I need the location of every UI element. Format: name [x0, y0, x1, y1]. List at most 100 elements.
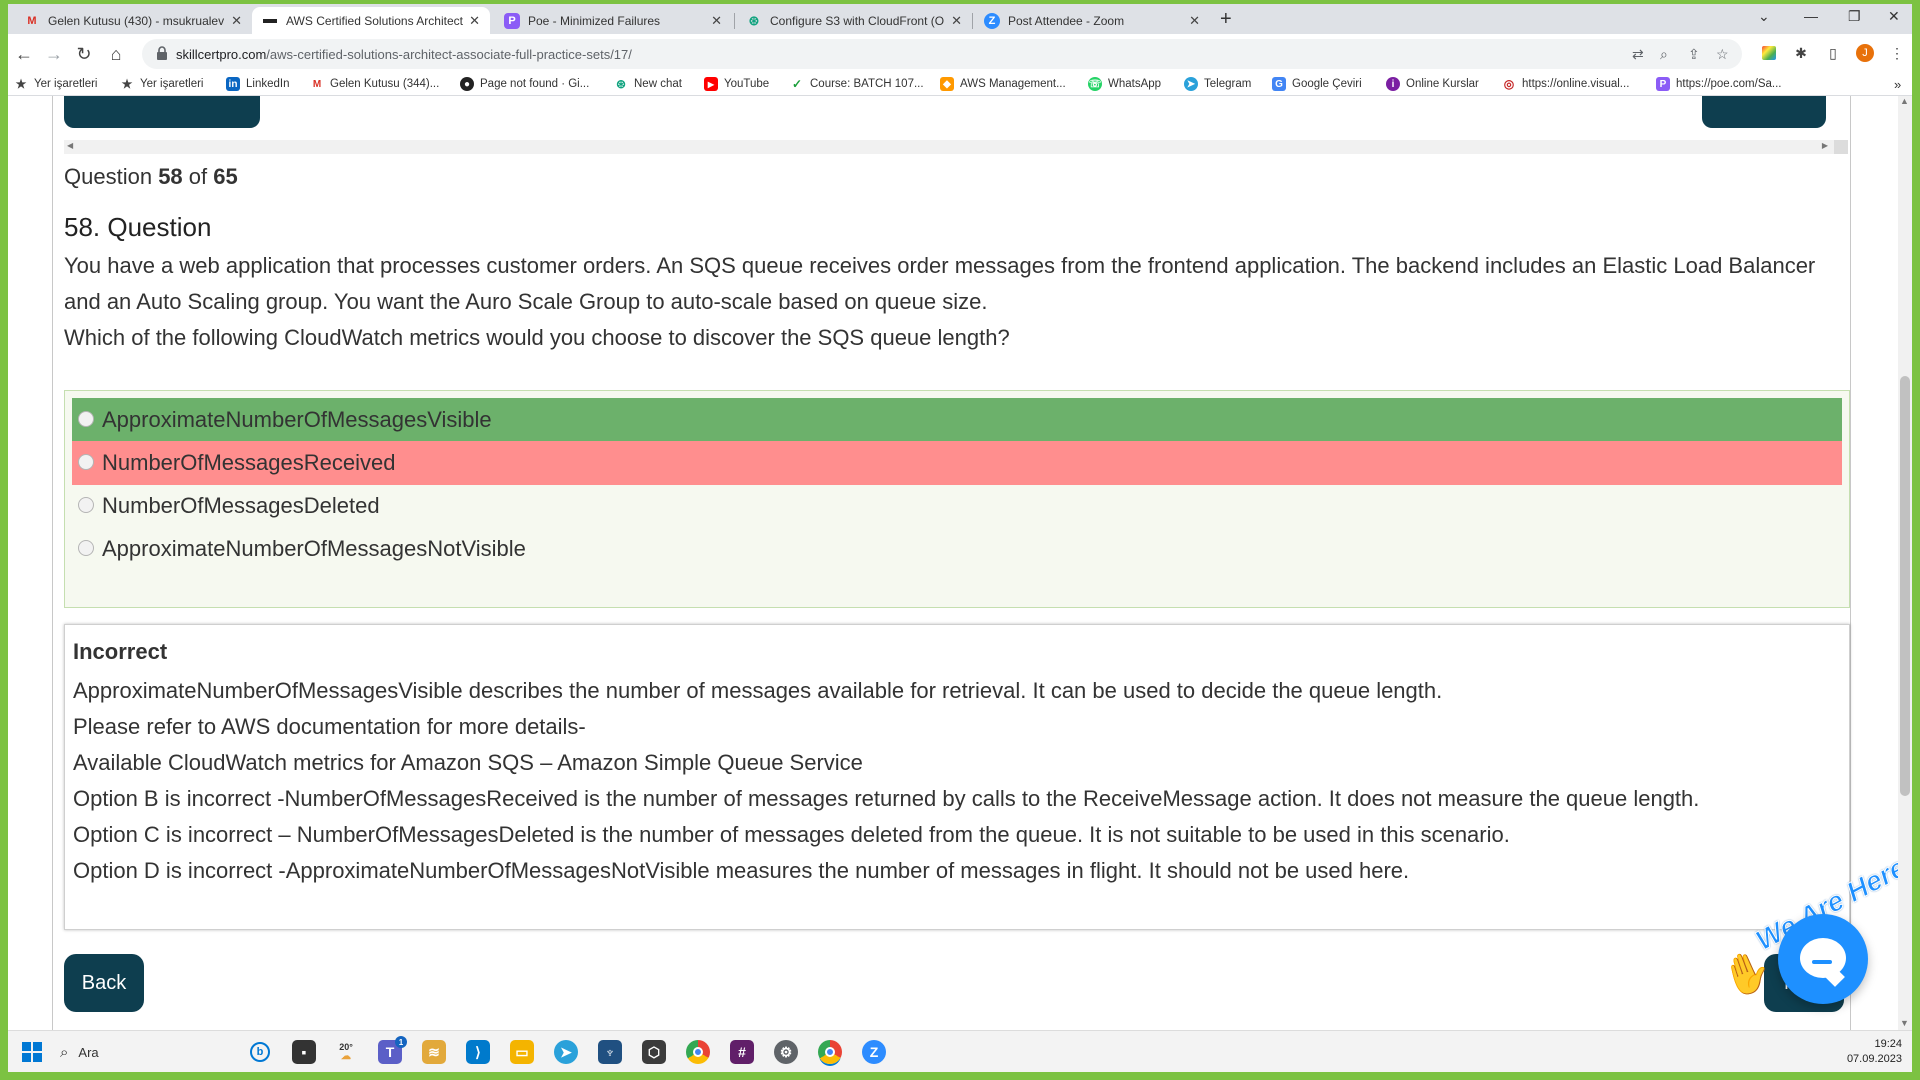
share-icon[interactable]: ⇪: [1688, 46, 1704, 62]
tab-openai[interactable]: ⊛ Configure S3 with CloudFront (O ✕: [736, 7, 972, 34]
review-question-button[interactable]: [64, 96, 260, 128]
summary-button[interactable]: [1702, 96, 1826, 128]
settings-gear-icon[interactable]: ⚙: [774, 1040, 798, 1064]
extension-color-icon[interactable]: [1760, 44, 1778, 62]
close-icon[interactable]: ✕: [951, 13, 962, 29]
address-bar[interactable]: skillcertpro.com/aws-certified-solutions…: [142, 39, 1742, 69]
close-icon[interactable]: ✕: [231, 13, 242, 29]
back-arrow-icon[interactable]: ←: [12, 42, 36, 66]
tab-title: Poe - Minimized Failures: [528, 13, 661, 28]
file-explorer-icon[interactable]: ▭: [510, 1040, 534, 1064]
option-a[interactable]: ApproximateNumberOfMessagesVisible: [72, 398, 1842, 442]
bookmark-linkedin[interactable]: in LinkedIn: [226, 77, 289, 91]
close-icon[interactable]: ✕: [711, 13, 722, 29]
bookmark-aws[interactable]: ◆ AWS Management...: [940, 77, 1066, 91]
telegram-taskbar-icon[interactable]: ➤: [554, 1040, 578, 1064]
radio-button[interactable]: [78, 497, 94, 513]
side-panel-icon[interactable]: ▯: [1824, 44, 1842, 62]
explanation-line: Option D is incorrect -ApproximateNumber…: [73, 858, 1410, 883]
zoom-icon: Z: [984, 12, 1000, 29]
documentation-link[interactable]: Available CloudWatch metrics for Amazon …: [73, 745, 1843, 781]
radio-button[interactable]: [78, 540, 94, 556]
result-status: Incorrect: [73, 639, 168, 664]
url-path: /aws-certified-solutions-architect-assoc…: [266, 47, 632, 62]
bookmark-whatsapp[interactable]: ☏ WhatsApp: [1088, 77, 1161, 91]
slack-icon[interactable]: #: [730, 1040, 754, 1064]
tab-poe[interactable]: P Poe - Minimized Failures ✕: [494, 7, 732, 34]
explanation-panel: Incorrect ApproximateNumberOfMessagesVis…: [64, 624, 1850, 930]
minimize-icon[interactable]: —: [1804, 8, 1818, 24]
zoom-icon[interactable]: ⌕: [1660, 46, 1676, 62]
weather-icon[interactable]: 20° ☁: [334, 1040, 358, 1064]
new-tab-icon[interactable]: +: [1220, 8, 1232, 31]
bookmark-github[interactable]: ● Page not found · Gi...: [460, 77, 589, 91]
restore-icon[interactable]: ❐: [1848, 8, 1861, 25]
bookmark-item[interactable]: ★ Yer işaretleri: [120, 77, 204, 91]
gmail-icon: M: [312, 78, 322, 90]
chrome-icon[interactable]: [686, 1040, 710, 1064]
close-icon[interactable]: ✕: [1189, 13, 1200, 29]
close-icon[interactable]: ✕: [469, 13, 480, 29]
radio-button[interactable]: [78, 411, 94, 427]
whatsapp-icon: ☏: [1088, 77, 1102, 91]
virtualbox-icon[interactable]: ⬡: [642, 1040, 666, 1064]
tab-search-icon[interactable]: ⌄: [1758, 8, 1770, 25]
windows-start-icon[interactable]: [20, 1040, 44, 1064]
bookmark-poe[interactable]: Phttps://poe.com/Sa...: [1656, 77, 1781, 91]
scroll-down-icon[interactable]: ▼: [1900, 1018, 1909, 1028]
horizontal-scrollbar[interactable]: ◀ ▶: [64, 140, 1848, 154]
tab-title: Post Attendee - Zoom: [1008, 13, 1125, 28]
bookmarks-overflow-icon[interactable]: »: [1894, 77, 1901, 92]
scroll-right-icon[interactable]: ▶: [1822, 141, 1828, 150]
bookmark-gmail[interactable]: M Gelen Kutusu (344)...: [310, 77, 439, 91]
option-b[interactable]: NumberOfMessagesReceived: [72, 441, 1842, 485]
forward-arrow-icon[interactable]: →: [42, 42, 66, 66]
back-button[interactable]: Back: [64, 954, 144, 1012]
star-icon: ★: [15, 77, 27, 91]
openai-icon: ⊛: [748, 12, 760, 28]
bookmark-telegram[interactable]: ➤ Telegram: [1184, 77, 1251, 91]
menu-kebab-icon[interactable]: ⋮: [1888, 44, 1906, 62]
home-icon[interactable]: ⌂: [104, 42, 128, 66]
chrome-active-icon[interactable]: [818, 1040, 842, 1064]
bookmark-youtube[interactable]: ▶ YouTube: [704, 77, 769, 91]
bookmark-online-kurslar[interactable]: i Online Kurslar: [1386, 77, 1479, 91]
option-d[interactable]: ApproximateNumberOfMessagesNotVisible: [72, 527, 1842, 571]
tab-aws-certified[interactable]: AWS Certified Solutions Architect ✕: [252, 7, 490, 34]
photo-app-icon[interactable]: ≋: [422, 1040, 446, 1064]
bing-icon[interactable]: b: [250, 1042, 270, 1062]
tab-zoom[interactable]: Z Post Attendee - Zoom ✕: [974, 7, 1210, 34]
radio-button[interactable]: [78, 454, 94, 470]
window-close-icon[interactable]: ✕: [1888, 8, 1900, 25]
option-c[interactable]: NumberOfMessagesDeleted: [72, 484, 1842, 528]
scroll-up-icon[interactable]: ▲: [1900, 96, 1909, 106]
zoom-taskbar-icon[interactable]: Z: [862, 1040, 886, 1064]
tab-title: Configure S3 with CloudFront (O: [770, 13, 945, 28]
bookmark-new-chat[interactable]: ⊛ New chat: [614, 77, 682, 91]
tab-gmail[interactable]: M Gelen Kutusu (430) - msukrualev ✕: [14, 7, 252, 34]
reload-icon[interactable]: ↻: [72, 42, 96, 66]
lock-icon: [157, 46, 167, 60]
bookmark-star-icon[interactable]: ☆: [1716, 46, 1732, 62]
vertical-scrollbar[interactable]: ▲ ▼: [1898, 96, 1912, 1030]
sourcetree-icon[interactable]: ♆: [598, 1040, 622, 1064]
chat-widget-button[interactable]: [1778, 914, 1868, 1004]
bookmark-item[interactable]: ★ Yer işaretleri: [14, 77, 98, 91]
profile-avatar[interactable]: J: [1856, 44, 1874, 62]
task-view-icon[interactable]: ▪: [292, 1040, 316, 1064]
teams-icon[interactable]: T 1: [378, 1036, 407, 1064]
vscode-icon[interactable]: ⟩: [466, 1040, 490, 1064]
explanation-line: Option C is incorrect – NumberOfMessages…: [73, 822, 1510, 847]
bookmark-translate[interactable]: G Google Çeviri: [1272, 77, 1362, 91]
bookmark-visual[interactable]: ◎ https://online.visual...: [1502, 77, 1630, 91]
system-clock[interactable]: 19:24 07.09.2023: [1847, 1037, 1902, 1067]
extensions-puzzle-icon[interactable]: ✱: [1792, 44, 1810, 62]
scrollbar-thumb[interactable]: [1900, 376, 1910, 796]
content-border-left: [52, 96, 53, 1030]
taskbar-search[interactable]: ⌕ Ara b: [60, 1039, 270, 1065]
bookmark-course[interactable]: ✓ Course: BATCH 107...: [790, 77, 924, 91]
visual-icon: ◎: [1503, 77, 1515, 91]
scroll-left-icon[interactable]: ◀: [67, 141, 73, 150]
translate-icon[interactable]: ⇄: [1632, 46, 1648, 62]
explanation-line: Option B is incorrect -NumberOfMessagesR…: [73, 786, 1700, 811]
